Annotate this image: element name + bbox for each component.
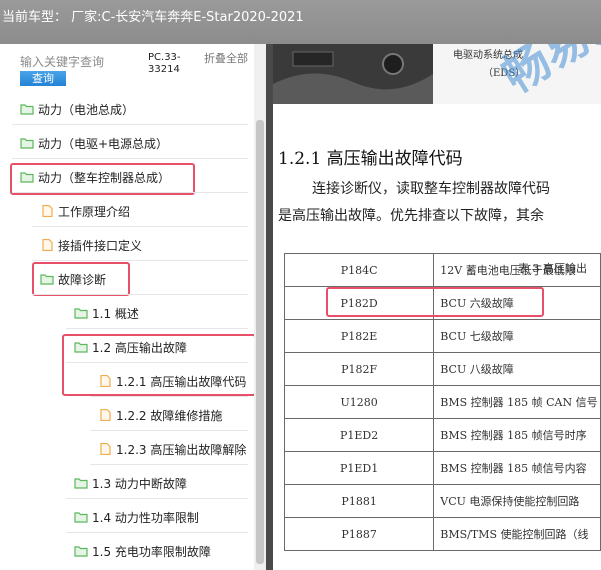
tree-item-label: 1.3 动力中断故障 [92,476,187,491]
table-caption: 表 3 高压输出 [518,262,587,275]
tree-item-label: 1.2.2 故障维修措施 [116,408,223,423]
tree-item-label: 1.4 动力性功率限制 [92,510,199,525]
fault-desc-cell: BCU 八级故障 [433,352,601,386]
fault-code-cell: P184C [283,253,435,287]
tree-divider [66,498,248,499]
tree-divider [12,158,248,159]
component-image [273,44,433,104]
tree-item[interactable]: 1.1 概述 [74,301,139,325]
fault-desc-cell: BMS/TMS 使能控制回路（线 [433,517,601,551]
folder-open-icon [74,546,88,557]
tree-divider [32,260,248,261]
tree-item[interactable]: 动力（电池总成） [20,97,134,121]
table-row: P182F BCU 八级故障 [283,352,601,386]
scrollbar-thumb[interactable] [256,120,264,564]
highlight-box [10,163,195,195]
tree-divider [32,294,248,295]
tree-scrollbar[interactable] [254,44,266,570]
search-bar: 查询 PC.33-33214 折叠全部 [0,44,266,90]
folder-open-icon [74,308,88,319]
fault-desc-cell: BMS 控制器 185 帧 CAN 信号 [433,385,601,419]
table-row: P1881 VCU 电源保持使能控制回路 [283,484,601,518]
highlight-box [62,334,256,396]
document-frame-edge [266,44,273,570]
tree-item[interactable]: 1.5 充电功率限制故障 [74,539,211,563]
tree-divider [12,124,248,125]
document-viewer: 电驱动系统总成 （EDS） 1.2.1 高压输出故障代码 连接诊断仪，读取整车控… [266,44,601,570]
highlight-box [326,287,544,317]
folder-open-icon [74,512,88,523]
tree-item-label: 动力（电池总成） [38,102,135,117]
tree-item-label: 动力（电驱+电源总成） [38,136,169,151]
fault-code-cell: P1ED1 [283,451,435,485]
table-row: U1280 BMS 控制器 185 帧 CAN 信号 [283,385,601,419]
search-button[interactable]: 查询 [20,71,66,86]
fault-desc-cell: BMS 控制器 185 帧信号内容 [433,451,601,485]
folder-open-icon [74,478,88,489]
document-icon [100,443,111,455]
section-title: 1.2.1 高压输出故障代码 [278,149,463,169]
fault-code-cell: P182E [283,319,435,353]
pc-code-label: PC.33-33214 [148,52,181,75]
fault-code-cell: P182F [283,352,435,386]
tree-divider [66,532,248,533]
table-row: P182E BCU 七级故障 [283,319,601,353]
tree-item[interactable]: 工作原理介绍 [40,199,130,223]
paragraph-line: 连接诊断仪，读取整车控制器故障代码 [312,181,550,197]
collapse-all-button[interactable]: 折叠全部 [204,52,248,65]
tree-divider [90,396,248,397]
highlight-box [32,262,130,296]
table-row: P1ED2 BMS 控制器 185 帧信号时序 [283,418,601,452]
paragraph-line: 是高压输出故障。优先排查以下故障，其余 [278,208,544,224]
fault-code-cell: P1881 [283,484,435,518]
search-input[interactable] [20,54,130,70]
window-title: 当前车型： 厂家:C-长安汽车奔奔E-Star2020-2021 [2,10,304,25]
document-icon [100,409,111,421]
fault-code-cell: P1ED2 [283,418,435,452]
tree-divider [90,430,248,431]
window-titlebar: 当前车型： 厂家:C-长安汽车奔奔E-Star2020-2021 [0,0,601,44]
table-row: P1887 BMS/TMS 使能控制回路（线 [283,517,601,551]
fault-desc-cell: VCU 电源保持使能控制回路 [433,484,601,518]
folder-open-icon [20,138,34,149]
tree-item-label: 接插件接口定义 [58,238,143,253]
tree-item[interactable]: 动力（电驱+电源总成） [20,131,168,155]
navigation-panel: 查询 PC.33-33214 折叠全部 动力（电池总成） 动力（电驱+电源总成）… [0,44,266,570]
fault-desc-cell: BCU 七级故障 [433,319,601,353]
tree-item-label: 1.2.3 高压输出故障解除 [116,442,247,457]
tree-divider [32,226,248,227]
tree-divider [12,192,248,193]
fault-desc-cell: BMS 控制器 185 帧信号时序 [433,418,601,452]
table-row: P1ED1 BMS 控制器 185 帧信号内容 [283,451,601,485]
tree-item[interactable]: 1.2.3 高压输出故障解除 [98,437,246,461]
tree-divider [90,464,248,465]
folder-open-icon [20,104,34,115]
tree-item[interactable]: 1.3 动力中断故障 [74,471,187,495]
document-icon [42,205,53,217]
tree-item-label: 1.5 充电功率限制故障 [92,544,211,559]
tree-divider [66,328,248,329]
tree-item-label: 1.1 概述 [92,306,139,321]
fault-code-cell: P1887 [283,517,435,551]
document-icon [42,239,53,251]
fault-code-cell: U1280 [283,385,435,419]
tree-item-label: 工作原理介绍 [58,204,131,219]
tree-item[interactable]: 1.2.2 故障维修措施 [98,403,222,427]
tree-item[interactable]: 接插件接口定义 [40,233,142,257]
tree-item[interactable]: 1.4 动力性功率限制 [74,505,199,529]
